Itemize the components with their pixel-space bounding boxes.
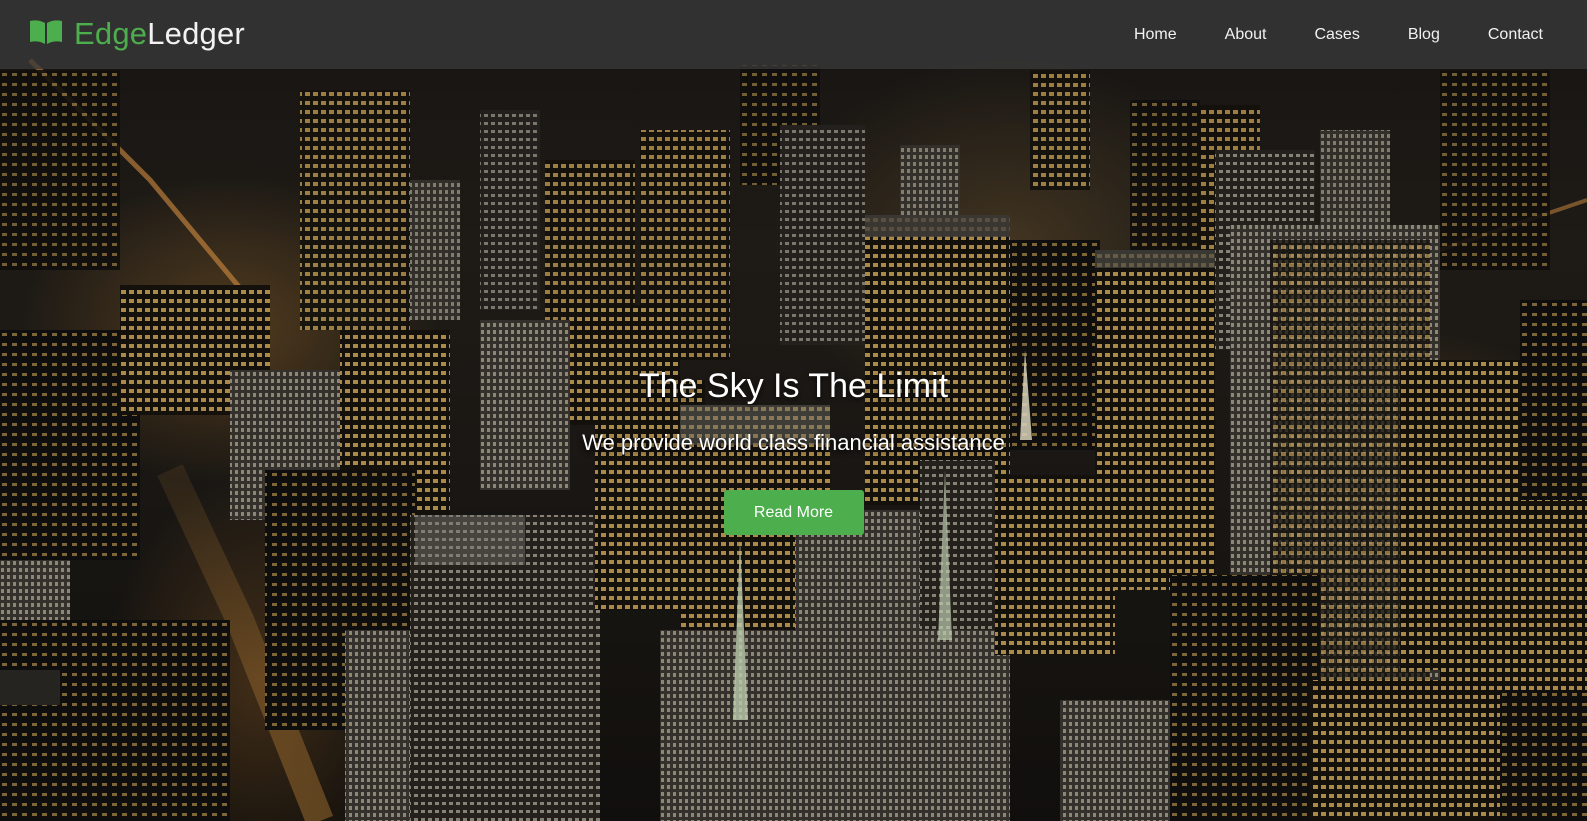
- hero-content: The Sky Is The Limit We provide world cl…: [0, 360, 1587, 535]
- nav-link-contact[interactable]: Contact: [1488, 0, 1543, 69]
- brand-name-part2: Ledger: [147, 16, 245, 51]
- open-book-icon: [28, 18, 74, 51]
- hero-title: The Sky Is The Limit: [638, 367, 949, 405]
- hero-subtitle: We provide world class financial assista…: [582, 430, 1005, 455]
- top-navbar: EdgeLedger Home About Cases Blog Contact: [0, 0, 1587, 69]
- main-nav: Home About Cases Blog Contact: [1134, 0, 1543, 69]
- brand-name: EdgeLedger: [74, 15, 245, 53]
- nav-link-about[interactable]: About: [1225, 0, 1267, 69]
- brand-name-part1: Edge: [74, 16, 148, 51]
- brand-logo-link[interactable]: EdgeLedger: [28, 15, 245, 53]
- read-more-button[interactable]: Read More: [723, 490, 864, 535]
- nav-link-cases[interactable]: Cases: [1314, 0, 1359, 69]
- nav-link-home[interactable]: Home: [1134, 0, 1177, 69]
- nav-link-blog[interactable]: Blog: [1408, 0, 1440, 69]
